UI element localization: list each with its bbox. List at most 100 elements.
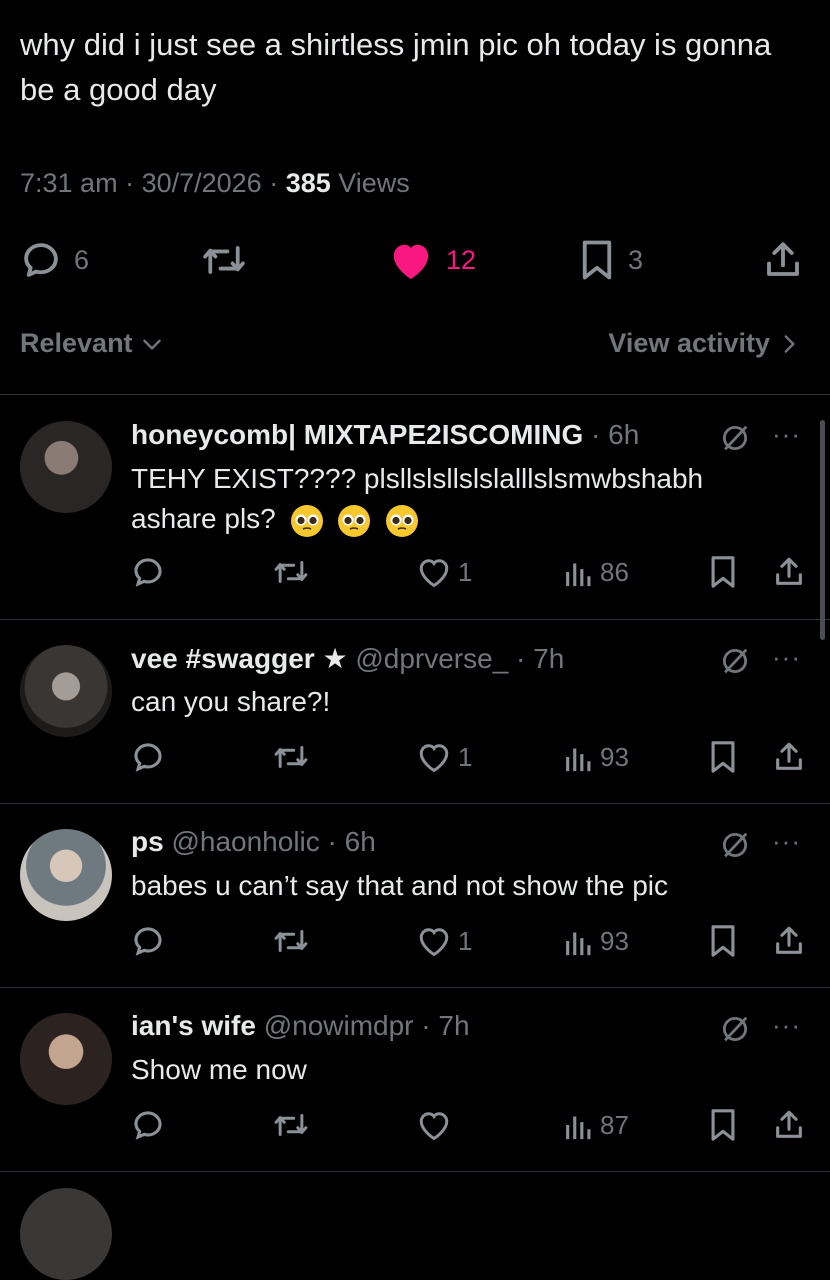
reply-item[interactable]: ps @haonholic · 6h babes u can’t say tha… [0,804,830,987]
avatar[interactable] [20,421,112,513]
more-icon[interactable]: ··· [772,826,801,857]
bookmark-count: 3 [628,244,644,275]
reply-name[interactable]: ps [131,826,164,857]
retweet-button[interactable] [272,740,310,774]
share-button[interactable] [772,740,806,774]
reply-button[interactable]: 6 [20,232,89,288]
views-icon [566,748,591,772]
views-icon [566,563,591,587]
bookmark-button[interactable] [708,740,738,774]
bookmark-button[interactable]: 3 [578,232,643,288]
heart-icon [393,244,429,280]
share-button[interactable] [772,1108,806,1142]
bookmark-icon [711,1109,735,1141]
sort-bar: Relevant View activity [0,318,830,370]
share-button[interactable] [772,924,806,958]
reply-text: Show me now [131,1054,307,1085]
reply-icon [134,1111,162,1140]
scrollbar[interactable] [820,420,825,640]
chevron-right-icon [784,334,796,353]
reply-header: ian's wife @nowimdpr · 7h [131,1010,470,1041]
like-button[interactable]: 1 [416,924,472,958]
reply-header: vee #swagger ★ @dprverse_ · 7h [131,643,565,674]
avatar[interactable] [20,829,112,921]
bookmark-icon [711,741,735,773]
reply-icon [134,558,162,587]
view-activity-link[interactable]: View activity [608,328,802,359]
views-count: 86 [600,556,629,587]
share-icon [767,242,799,276]
views-count: 93 [600,925,629,956]
like-count: 1 [458,925,473,956]
views-label: Views [338,168,410,198]
views-button[interactable]: 87 [564,1108,629,1142]
more-icon[interactable]: ··· [772,642,801,673]
reply-handle[interactable]: @dprverse_ [355,643,508,674]
retweet-button[interactable] [272,1108,310,1142]
tweet-meta: 7:31 am · 30/7/2026 · 385 Views [20,168,410,198]
views-button[interactable]: 93 [564,924,629,958]
bookmark-icon [711,556,735,588]
tweet-date: 30/7/2026 [141,168,262,198]
reply-text: babes u can’t say that and not show the … [131,870,669,901]
like-count: 12 [446,244,477,275]
views-icon [566,1116,591,1140]
sort-dropdown[interactable]: Relevant [20,328,165,359]
reply-item[interactable]: vee #swagger ★ @dprverse_ · 7h can you s… [0,620,830,803]
bookmark-button[interactable] [708,1108,738,1142]
grok-icon[interactable] [718,828,752,862]
pleading-face-emoji [290,504,323,537]
views-icon [566,932,591,956]
reply-item[interactable]: ian's wife @nowimdpr · 7h Show me now ··… [0,988,830,1171]
reply-button[interactable] [131,1108,165,1142]
views-count: 385 [285,168,331,198]
views-count: 93 [600,741,629,772]
views-button[interactable]: 86 [564,555,629,589]
grok-icon[interactable] [718,644,752,678]
share-button[interactable] [772,555,806,589]
like-button[interactable]: 12 [388,232,476,288]
sort-label: Relevant [20,328,133,358]
views-count: 87 [600,1109,629,1140]
more-icon[interactable]: ··· [772,1010,801,1041]
reply-button[interactable] [131,740,165,774]
reply-handle[interactable]: @haonholic [171,826,319,857]
bookmark-button[interactable] [708,924,738,958]
reply-name[interactable]: ian's wife [131,1010,256,1041]
reply-count: 6 [74,244,90,275]
avatar[interactable] [20,1188,112,1280]
share-icon [776,742,802,770]
heart-icon [419,744,449,773]
avatar[interactable] [20,645,112,737]
bookmark-icon [582,240,612,280]
like-button[interactable] [416,1108,458,1142]
heart-icon [419,1112,449,1141]
grok-icon[interactable] [718,421,752,455]
reply-name[interactable]: honeycomb| MIXTAPE2ISCOMING [131,419,583,450]
reply-icon [134,743,162,772]
reply-icon [24,243,58,277]
retweet-button[interactable] [272,555,310,589]
views-button[interactable]: 93 [564,740,629,774]
retweet-button[interactable] [272,924,310,958]
more-icon[interactable]: ··· [772,419,801,450]
share-button[interactable] [762,232,804,288]
grok-icon[interactable] [718,1012,752,1046]
reply-time: 7h [438,1010,470,1041]
reply-handle[interactable]: @nowimdpr [264,1010,414,1041]
reply-name[interactable]: vee #swagger ★ [131,643,348,674]
avatar[interactable] [20,1013,112,1105]
like-count: 1 [458,741,473,772]
like-button[interactable]: 1 [416,740,472,774]
reply-time: 6h [344,826,376,857]
like-button[interactable]: 1 [416,555,472,589]
reply-item[interactable]: honeycomb| MIXTAPE2ISCOMING · 6h TEHY EX… [0,395,830,619]
reply-button[interactable] [131,555,165,589]
bookmark-icon [711,925,735,957]
share-icon [776,1110,802,1138]
view-activity-label: View activity [608,328,770,358]
reply-button[interactable] [131,924,165,958]
retweet-button[interactable] [200,232,248,288]
like-count: 1 [458,556,473,587]
bookmark-button[interactable] [708,555,738,589]
